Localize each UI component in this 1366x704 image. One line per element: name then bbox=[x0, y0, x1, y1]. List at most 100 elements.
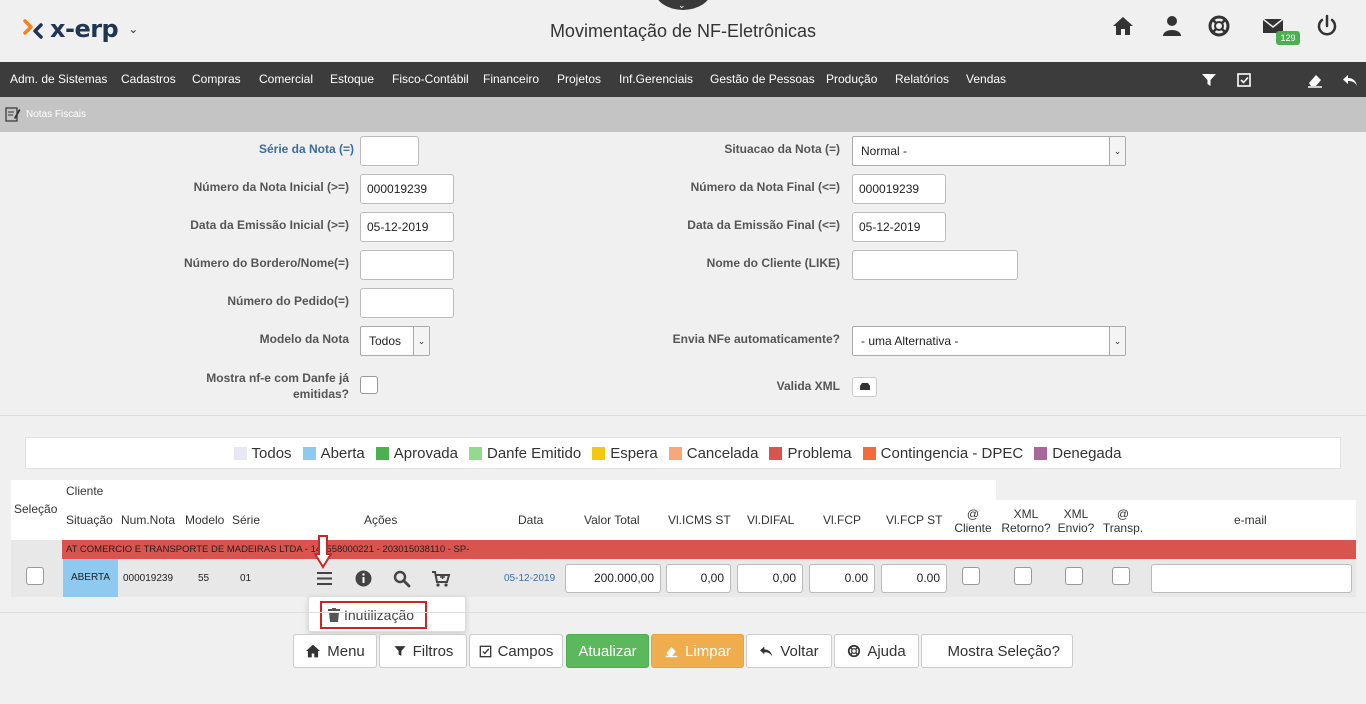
ajuda-button-label: Ajuda bbox=[867, 642, 906, 660]
valida-xml-button[interactable] bbox=[852, 377, 877, 397]
menu-item-relatorios[interactable]: Relatórios bbox=[895, 62, 949, 97]
header-vl-difal: Vl.DIFAL bbox=[747, 513, 795, 527]
lifebuoy-icon[interactable] bbox=[1207, 14, 1231, 38]
envia-select[interactable]: - uma Alternativa - ⌄ bbox=[852, 326, 1126, 356]
pedido-label: Número do Pedido(=) bbox=[227, 294, 349, 308]
menu-button[interactable]: Menu bbox=[293, 634, 377, 668]
info-icon[interactable] bbox=[355, 570, 372, 587]
header-text: @ bbox=[966, 507, 980, 521]
user-icon[interactable] bbox=[1160, 14, 1184, 38]
header-text: XML bbox=[1013, 507, 1039, 521]
cell-data[interactable]: 05-12-2019 bbox=[504, 573, 555, 584]
vl-fcp-st-field[interactable]: 0.00 bbox=[881, 564, 947, 593]
menu-item-compras[interactable]: Compras bbox=[192, 62, 241, 97]
checkbox-icon[interactable] bbox=[1234, 70, 1254, 90]
situacao-select[interactable]: Normal - ⌄ bbox=[852, 136, 1126, 166]
menu-item-fisco-contabil[interactable]: Fisco-Contábil bbox=[392, 62, 469, 97]
menu-icon[interactable] bbox=[316, 571, 333, 586]
undo-icon[interactable] bbox=[1340, 70, 1360, 90]
menu-item-producao[interactable]: Produção bbox=[826, 62, 877, 97]
data-inicial-input[interactable]: 05-12-2019 bbox=[360, 212, 454, 242]
menu-item-comercial[interactable]: Comercial bbox=[259, 62, 313, 97]
legend-swatch-todos bbox=[233, 446, 247, 460]
num-inicial-label: Número da Nota Inicial (>=) bbox=[193, 180, 349, 194]
edit-note-icon bbox=[5, 107, 21, 122]
home-icon bbox=[306, 644, 321, 658]
danfe-checkbox[interactable] bbox=[360, 376, 378, 394]
xml-retorno-checkbox[interactable] bbox=[1014, 567, 1032, 585]
legend-item[interactable]: Espera bbox=[592, 445, 658, 462]
legend-item[interactable]: Aberta bbox=[302, 445, 365, 462]
vl-icms-st-field[interactable]: 0,00 bbox=[666, 564, 731, 593]
vl-difal-field[interactable]: 0,00 bbox=[737, 564, 803, 593]
legend-item[interactable]: Contingencia - DPEC bbox=[862, 445, 1023, 462]
campos-button[interactable]: Campos bbox=[469, 634, 563, 668]
at-transp-checkbox[interactable] bbox=[1112, 567, 1130, 585]
legend-item[interactable]: Denegada bbox=[1034, 445, 1121, 462]
filtros-button[interactable]: Filtros bbox=[379, 634, 467, 668]
legend-item[interactable]: Todos bbox=[233, 445, 292, 462]
menu-item-gestao-pessoas[interactable]: Gestão de Pessoas bbox=[710, 62, 815, 97]
legend-label: Denegada bbox=[1052, 444, 1122, 462]
power-icon[interactable] bbox=[1315, 14, 1339, 38]
voltar-button[interactable]: Voltar bbox=[746, 634, 832, 668]
legend-swatch-aprovada bbox=[375, 446, 389, 460]
header-situacao: Situação bbox=[66, 513, 113, 527]
num-inicial-input[interactable]: 000019239 bbox=[360, 174, 454, 204]
situacao-label: Situacao da Nota (=) bbox=[724, 142, 840, 156]
valor-total-field[interactable]: 200.000,00 bbox=[565, 564, 661, 593]
menu-item-projetos[interactable]: Projetos bbox=[557, 62, 601, 97]
menu-item-adm-sistemas[interactable]: Adm. de Sistemas bbox=[10, 62, 107, 97]
menu-item-financeiro[interactable]: Financeiro bbox=[483, 62, 539, 97]
bordero-label: Número do Bordero/Nome(=) bbox=[183, 256, 349, 270]
vl-fcp-field[interactable]: 0.00 bbox=[809, 564, 875, 593]
cliente-input[interactable] bbox=[852, 250, 1018, 280]
pedido-input[interactable] bbox=[360, 288, 454, 318]
email-field[interactable] bbox=[1151, 564, 1352, 593]
valida-xml-label: Valida XML bbox=[776, 379, 840, 393]
legend-item[interactable]: Cancelada bbox=[668, 445, 758, 462]
client-row: AT COMERCIO E TRANSPORTE DE MADEIRAS LTD… bbox=[62, 540, 1356, 559]
menu-item-vendas[interactable]: Vendas bbox=[966, 62, 1006, 97]
cart-icon[interactable] bbox=[431, 570, 451, 588]
legend-label: Aprovada bbox=[393, 444, 458, 462]
at-cliente-checkbox[interactable] bbox=[962, 567, 980, 585]
header-text: XML bbox=[1063, 507, 1089, 521]
legend-label: Danfe Emitido bbox=[486, 444, 582, 462]
atualizar-button-label: Atualizar bbox=[578, 642, 637, 660]
inutilizacao-menu-item[interactable]: Inutilização bbox=[320, 601, 427, 629]
serie-input[interactable] bbox=[360, 136, 419, 166]
data-final-input[interactable]: 05-12-2019 bbox=[852, 212, 946, 242]
atualizar-button[interactable]: Atualizar bbox=[566, 634, 649, 668]
status-legend: Todos Aberta Aprovada Danfe Emitido Espe… bbox=[25, 437, 1341, 469]
voltar-button-label: Voltar bbox=[780, 642, 819, 660]
filter-icon bbox=[393, 646, 406, 656]
header-acoes: Ações bbox=[364, 513, 398, 527]
filter-icon[interactable] bbox=[1199, 70, 1219, 90]
legend-swatch-contingencia bbox=[862, 446, 876, 460]
home-icon[interactable] bbox=[1111, 14, 1135, 38]
modelo-select[interactable]: Todos ⌄ bbox=[360, 326, 430, 356]
status-badge: ABERTA bbox=[63, 559, 118, 597]
num-final-label: Número da Nota Final (<=) bbox=[690, 180, 840, 194]
legend-item[interactable]: Aprovada bbox=[375, 444, 458, 462]
menu-item-cadastros[interactable]: Cadastros bbox=[121, 62, 176, 97]
menu-item-estoque[interactable]: Estoque bbox=[330, 62, 374, 97]
search-icon[interactable] bbox=[393, 570, 411, 588]
row-select-checkbox[interactable] bbox=[26, 567, 44, 585]
chevron-down-icon: ⌄ bbox=[678, 0, 686, 10]
ajuda-button[interactable]: Ajuda bbox=[834, 634, 919, 668]
menu-item-inf-gerenciais[interactable]: Inf.Gerenciais bbox=[619, 62, 693, 97]
num-final-input[interactable]: 000019239 bbox=[852, 174, 946, 204]
legend-item[interactable]: Problema bbox=[769, 445, 852, 462]
xml-envio-checkbox[interactable] bbox=[1065, 567, 1083, 585]
checkbox-icon bbox=[479, 645, 491, 657]
eraser-icon[interactable] bbox=[1305, 70, 1325, 90]
filtros-button-label: Filtros bbox=[412, 642, 454, 660]
header-at-transp: @ Transp. bbox=[1101, 507, 1145, 535]
limpar-button[interactable]: Limpar bbox=[651, 634, 744, 668]
legend-label: Espera bbox=[610, 444, 658, 462]
bordero-input[interactable] bbox=[360, 250, 454, 280]
legend-item[interactable]: Danfe Emitido bbox=[468, 444, 582, 462]
mostra-selecao-button[interactable]: Mostra Seleção? bbox=[921, 634, 1073, 668]
